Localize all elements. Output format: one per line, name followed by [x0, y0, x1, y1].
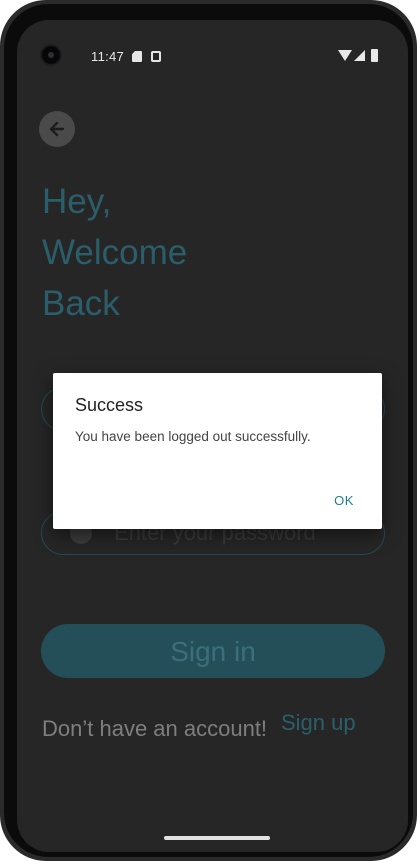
app-screen: 11:47 Hey, Welcome Back Enter your passw… [17, 20, 408, 852]
sign-in-label: Sign in [170, 636, 256, 667]
battery-icon [371, 49, 378, 62]
wifi-icon [338, 50, 352, 61]
ok-button[interactable]: OK [321, 487, 367, 515]
headline-line: Back [42, 284, 120, 323]
sim-card-icon [132, 51, 142, 62]
dialog-title: Success [75, 395, 144, 415]
screenshot-notification-icon [151, 51, 161, 62]
arrow-left-icon [49, 121, 65, 137]
no-account-text: Don’t have an account! [42, 716, 268, 741]
status-time: 11:47 [91, 49, 125, 64]
welcome-headline: Hey, Welcome Back [42, 176, 187, 329]
dialog-message: You have been logged out successfully. [75, 429, 311, 444]
gesture-navigation-bar[interactable] [164, 836, 270, 840]
camera-cutout [40, 44, 62, 66]
success-dialog: Success You have been logged out success… [53, 373, 382, 529]
back-button[interactable] [39, 111, 75, 147]
status-bar: 11:47 [17, 20, 408, 66]
phone-frame: 11:47 Hey, Welcome Back Enter your passw… [0, 0, 417, 861]
sign-in-button[interactable]: Sign in [41, 624, 385, 678]
headline-line: Hey, [42, 182, 112, 221]
phone-bezel: 11:47 Hey, Welcome Back Enter your passw… [4, 4, 413, 857]
headline-line: Welcome [42, 233, 188, 272]
cellular-signal-icon [354, 50, 365, 61]
sign-up-link[interactable]: Sign up [281, 710, 356, 736]
